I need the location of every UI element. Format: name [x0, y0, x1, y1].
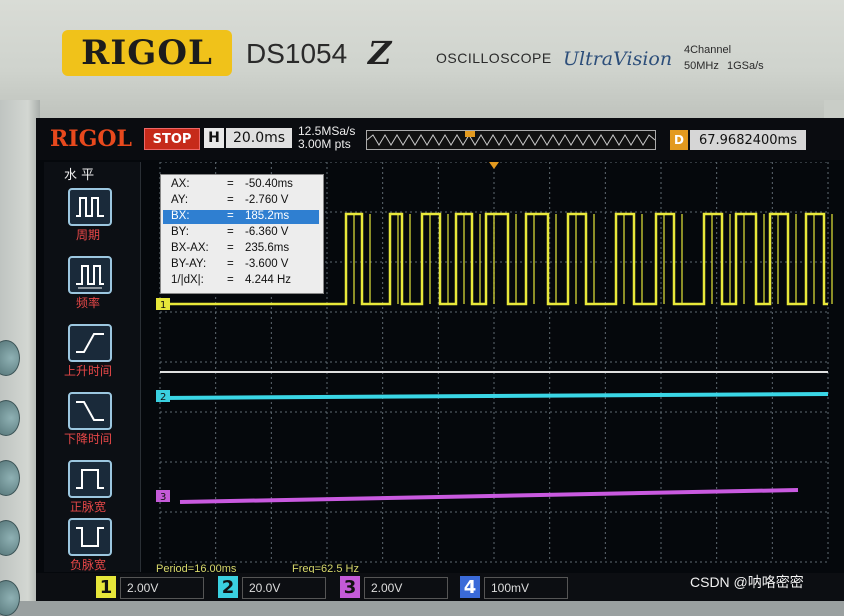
- cursor-readout-row: BX-AX: = 235.6ms: [163, 242, 319, 256]
- cursor-key: BY-AY:: [171, 258, 207, 270]
- positive-pulse-width-icon: [68, 460, 112, 498]
- brand-logo: RIGOL: [62, 30, 232, 76]
- menu-item-period[interactable]: 周期: [56, 188, 124, 248]
- menu-item-label: 正脉宽: [69, 500, 106, 514]
- menu-item-label: 频率: [75, 296, 100, 310]
- cursor-value: -3.600 V: [245, 258, 289, 270]
- cursor-key: BY:: [171, 226, 189, 238]
- trigger-delay-key: D: [670, 130, 688, 150]
- equals-sign: =: [227, 274, 234, 286]
- equals-sign: =: [227, 258, 234, 270]
- equals-sign: =: [227, 242, 234, 254]
- spec-channels: 4Channel: [684, 44, 732, 56]
- menu-item-frequency[interactable]: 频率: [56, 256, 124, 316]
- cursor-key: AY:: [171, 194, 189, 206]
- side-knob[interactable]: [0, 460, 20, 496]
- screen-logo: RIGOL: [50, 126, 132, 152]
- menu-item-label: 负脉宽: [69, 558, 106, 572]
- cursor-value: 185.2ms: [245, 210, 290, 222]
- menu-item-negative-width[interactable]: 负脉宽: [56, 518, 124, 578]
- equals-sign: =: [227, 178, 234, 190]
- acquisition-info: 12.5MSa/s 3.00M pts: [298, 125, 355, 151]
- cursor-key: BX:: [171, 210, 190, 222]
- cursor-value: 235.6ms: [245, 242, 290, 254]
- channel-4-scale: 100mV: [484, 577, 568, 599]
- status-bar: RIGOL STOP H 20.0ms 12.5MSa/s 3.00M pts …: [36, 118, 844, 160]
- cursor-readout-row: BY-AY: = -3.600 V: [163, 258, 319, 272]
- side-knob[interactable]: [0, 340, 20, 376]
- rise-time-icon: [68, 324, 112, 362]
- cursor-key: AX:: [171, 178, 190, 190]
- cursor-readout-row: AX: = -50.40ms: [163, 178, 319, 192]
- oscilloscope-screen: RIGOL STOP H 20.0ms 12.5MSa/s 3.00M pts …: [36, 118, 844, 601]
- fall-time-icon: [68, 392, 112, 430]
- side-knob[interactable]: [0, 520, 20, 556]
- menu-item-label: 上升时间: [63, 364, 112, 378]
- timebase-key: H: [204, 128, 224, 148]
- cursor-readout-row: BX: = 185.2ms: [163, 210, 319, 224]
- channel-marker-label: 1: [160, 300, 166, 311]
- frequency-icon: [68, 256, 112, 294]
- cursor-key: BX-AX:: [171, 242, 209, 254]
- side-knob[interactable]: [0, 400, 20, 436]
- channel-marker-label: 2: [160, 392, 166, 403]
- side-knob[interactable]: [0, 580, 20, 616]
- cursor-value: -50.40ms: [245, 178, 293, 190]
- spec-bandwidth: 50MHz: [684, 60, 719, 72]
- menu-item-positive-width[interactable]: 正脉宽: [56, 460, 124, 520]
- equals-sign: =: [227, 194, 234, 206]
- menu-item-fall-time[interactable]: 下降时间: [56, 392, 124, 452]
- trigger-delay-value: 67.9682400ms: [690, 130, 806, 150]
- channel-2-scale: 20.0V: [242, 577, 326, 599]
- menu-title: 水 平: [64, 168, 95, 183]
- cursor-readout-row: BY: = -6.360 V: [163, 226, 319, 240]
- memory-overview-bar: [366, 130, 656, 150]
- cursor-key: 1/|dX|:: [171, 274, 204, 286]
- equals-sign: =: [227, 210, 234, 222]
- cursor-value: -6.360 V: [245, 226, 289, 238]
- channel-2-key[interactable]: 2: [218, 576, 238, 598]
- channel-3-key[interactable]: 3: [340, 576, 360, 598]
- cursor-value: -2.760 V: [245, 194, 289, 206]
- cursor-readout-row: 1/|dX|: = 4.244 Hz: [163, 274, 319, 288]
- cursor-readout-panel: AX: = -50.40ms AY: = -2.760 V BX: = 185.2ms BY: = -…: [160, 174, 324, 294]
- memory-overview-wave: [366, 131, 656, 146]
- channel-2-trace: [159, 392, 829, 400]
- menu-item-label: 周期: [75, 228, 100, 242]
- trigger-position-marker: [489, 162, 499, 169]
- technology-label: UltraVision: [563, 48, 673, 70]
- channel-marker-label: 3: [160, 492, 166, 503]
- period-icon: [68, 188, 112, 226]
- left-bezel: [0, 100, 40, 616]
- equals-sign: =: [227, 226, 234, 238]
- cursor-readout-row: AY: = -2.760 V: [163, 194, 319, 208]
- horizontal-menu: 水 平 周期 频率 上升时间 下降时间 正脉宽 负脉宽: [44, 162, 141, 572]
- model-suffix: Z: [368, 34, 392, 72]
- channel-1-scale: 2.00V: [120, 577, 204, 599]
- negative-pulse-width-icon: [68, 518, 112, 556]
- memory-depth: 3.00M pts: [298, 137, 351, 151]
- device-type-label: OSCILLOSCOPE: [436, 50, 552, 66]
- model-name: DS1054: [246, 38, 348, 69]
- channel-3-trace: [179, 488, 799, 504]
- menu-item-rise-time[interactable]: 上升时间: [56, 324, 124, 384]
- channel-4-key[interactable]: 4: [460, 576, 480, 598]
- spec-samplerate: 1GSa/s: [727, 60, 764, 72]
- channel-3-scale: 2.00V: [364, 577, 448, 599]
- run-stop-indicator[interactable]: STOP: [144, 128, 200, 150]
- watermark: CSDN @呐咯密密: [690, 574, 804, 590]
- channel-1-key[interactable]: 1: [96, 576, 116, 598]
- timebase-value: 20.0ms: [226, 128, 292, 148]
- cursor-value: 4.244 Hz: [245, 274, 292, 286]
- menu-item-label: 下降时间: [63, 432, 112, 446]
